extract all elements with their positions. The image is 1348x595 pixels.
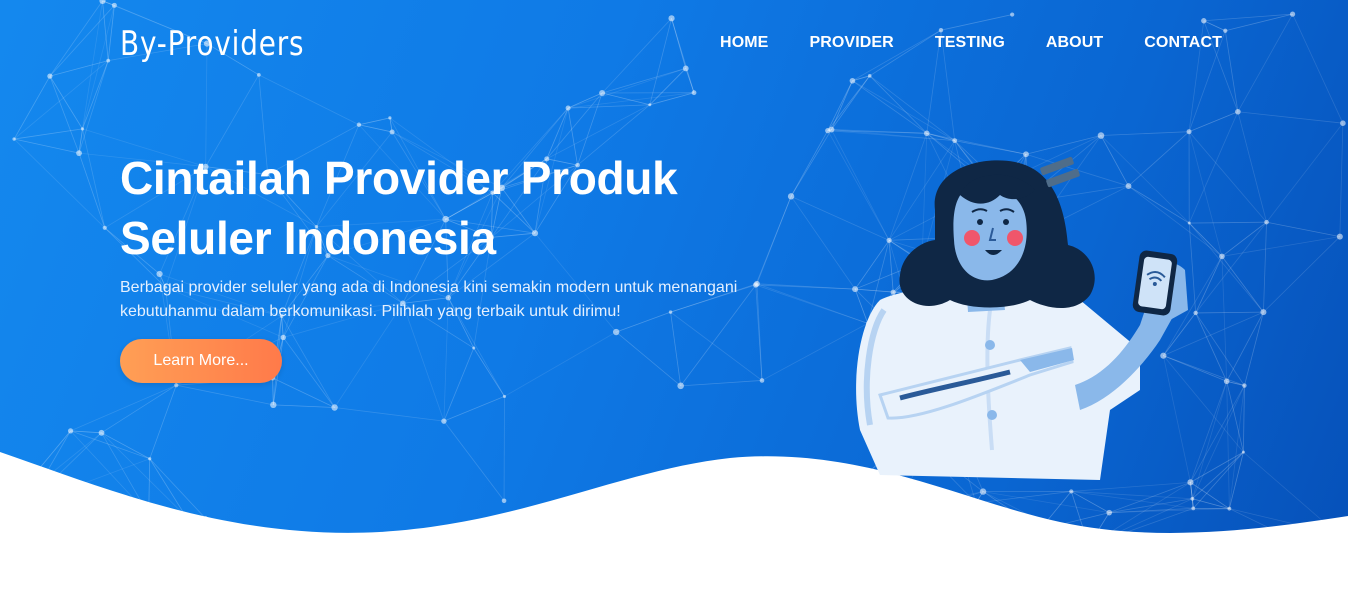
nav-testing[interactable]: TESTING [935, 34, 1005, 52]
woman-with-phone-icon [856, 156, 1188, 480]
nav-provider[interactable]: PROVIDER [809, 34, 893, 52]
main-nav: HOME PROVIDER TESTING ABOUT CONTACT [720, 34, 1222, 52]
learn-more-button[interactable]: Learn More... [120, 339, 282, 383]
nav-about[interactable]: ABOUT [1046, 34, 1103, 52]
hero-title: Cintailah Provider Produk Seluler Indone… [120, 148, 760, 268]
nav-home[interactable]: HOME [720, 34, 768, 52]
hero-title-line-1: Cintailah Provider Produk [120, 152, 678, 204]
brand-logo[interactable]: By-Providers [120, 24, 304, 64]
hero-description: Berbagai provider seluler yang ada di In… [120, 279, 738, 320]
nav-contact[interactable]: CONTACT [1144, 34, 1222, 52]
hero-section: By-Providers HOME PROVIDER TESTING ABOUT… [0, 0, 1348, 595]
hero-title-line-2: Seluler Indonesia [120, 212, 496, 264]
